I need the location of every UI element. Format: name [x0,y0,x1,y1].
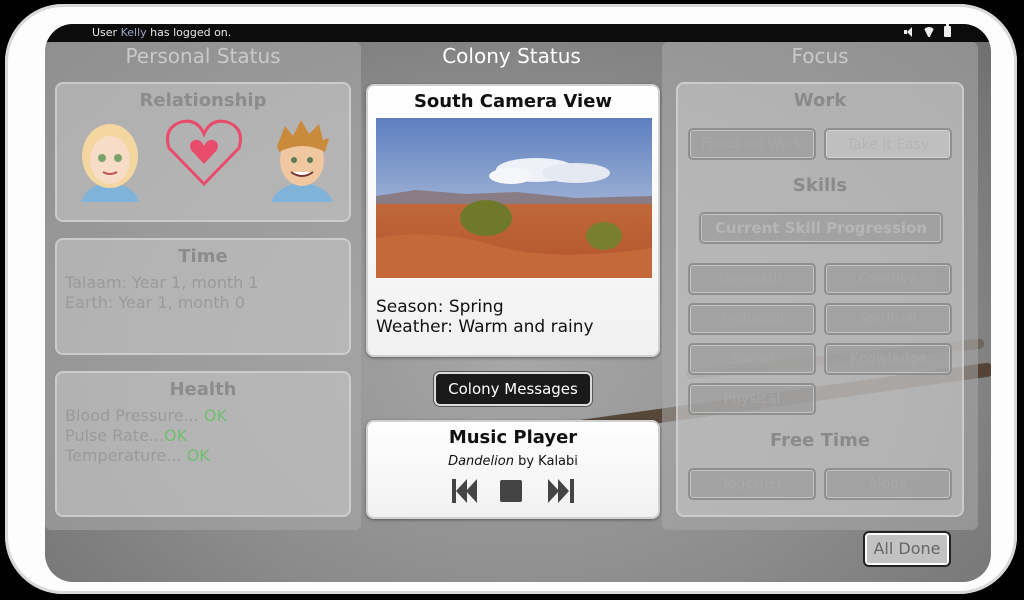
personal-status-title: Personal Status [125,44,281,68]
skill-spiritual-button[interactable]: Spiritual [824,303,952,335]
heart-icon [166,119,242,187]
female-avatar-icon [81,124,139,202]
health-title: Health [169,379,237,400]
battery-icon[interactable] [944,24,951,37]
status-ok: OK [203,406,228,425]
music-player-title: Music Player [448,427,578,448]
skill-social-button[interactable]: Social [688,343,816,375]
previous-track-icon[interactable] [452,479,478,503]
current-skill-progression-button[interactable]: Current Skill Progression [699,212,943,244]
relationship-title: Relationship [139,90,267,111]
song-artist: by Kalabi [518,454,578,469]
status-ok: OK [186,446,210,465]
music-player-card: Music Player Dandelion by Kalabi [366,420,660,519]
temperature-row: Temperature... OK [65,446,210,465]
login-message: User Kelly has logged on. [92,26,232,39]
pulse-rate-row: Pulse Rate...OK [65,426,188,445]
wifi-icon[interactable] [923,27,935,37]
status-bar: User Kelly has logged on. [45,24,991,42]
colony-status-title: Colony Status [442,44,581,68]
status-ok: OK [164,426,188,445]
stop-icon [500,480,522,502]
colony-messages-button[interactable]: Colony Messages [434,372,592,406]
blood-pressure-row: Blood Pressure... OK [65,406,228,425]
next-track-icon[interactable] [548,479,574,503]
alone-button[interactable]: Alone [824,468,952,500]
all-done-button[interactable]: All Done [865,533,949,565]
south-camera-image [376,118,652,278]
earth-date: Earth: Year 1, month 0 [65,293,245,312]
time-card: Time Talaam: Year 1, month 1 Earth: Year… [55,238,351,355]
camera-title: South Camera View [413,91,613,112]
device-frame: User Kelly has logged on. Personal Statu… [5,4,1017,594]
season-text: Season: Spring [376,297,504,317]
free-time-title: Free Time [769,430,871,451]
focus-panel: Focus Work Focus on Work Take it Easy Sk… [662,42,978,530]
focus-on-work-button[interactable]: Focus on Work [688,128,816,160]
focus-card: Work Focus on Work Take it Easy Skills C… [676,82,964,517]
focus-title: Focus [791,44,849,68]
relationship-card: Relationship [55,82,351,222]
talaam-date: Talaam: Year 1, month 1 [65,273,259,292]
skill-physical-button[interactable]: Physical [688,383,816,415]
work-title: Work [793,90,847,111]
screen: User Kelly has logged on. Personal Statu… [45,24,991,582]
username: Kelly [120,26,147,39]
camera-card: South Camera View Season: Spring Weather… [366,84,660,357]
together-button[interactable]: Together [688,468,816,500]
skill-knowledge-button[interactable]: Knowledge [824,343,952,375]
song-title: Dandelion [448,454,514,469]
time-title: Time [178,246,228,267]
skill-creative-button[interactable]: Creative [824,263,952,295]
skill-domestic-button[interactable]: Domestic [688,263,816,295]
now-playing: Dandelion by Kalabi [368,454,658,469]
speaker-icon[interactable] [904,26,914,37]
skill-technical-button[interactable]: Technical [688,303,816,335]
weather-text: Weather: Warm and rainy [376,317,594,337]
skills-title: Skills [792,175,848,196]
stop-button[interactable] [500,479,526,503]
personal-status-panel: Personal Status Relationship Time Talaam… [45,42,361,530]
male-avatar-icon [271,120,333,202]
take-it-easy-button[interactable]: Take it Easy [824,128,952,160]
health-card: Health Blood Pressure... OK Pulse Rate..… [55,371,351,517]
